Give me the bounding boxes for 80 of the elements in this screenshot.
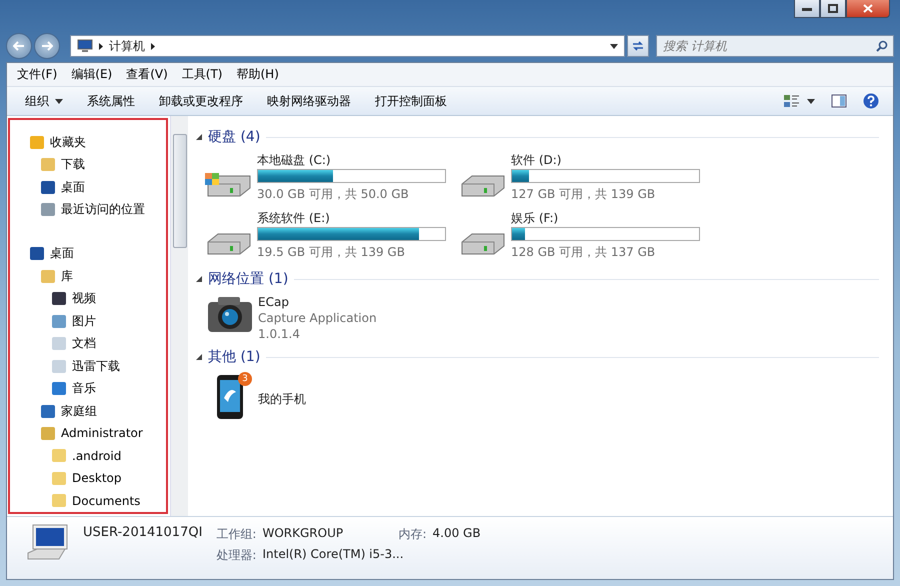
scrollbar[interactable] [170,116,188,516]
workgroup-value: WORKGROUP [262,526,344,542]
app-description: Capture Application [258,310,377,326]
computer-name: USER-20141017QI [83,525,202,540]
device-name[interactable]: 我的手机 [258,390,306,406]
nav-item[interactable]: 迅雷下载 [10,354,166,378]
toolbar-button[interactable]: 打开控制面板 [367,90,455,112]
free-space: 127 GB 可用，共 139 GB [511,186,656,202]
toolbar-button[interactable]: 卸载或更改程序 [151,90,251,112]
view-list-icon [783,94,815,108]
forward-arrow-icon [41,41,53,51]
chevron-icon [99,42,103,50]
phone-icon[interactable] [216,374,244,420]
group-header[interactable]: 其他 (1) [208,348,260,366]
processor-label: 处理器: [216,547,256,564]
close-icon [863,4,873,13]
group-header[interactable]: 网络位置 (1) [208,270,288,288]
drive-name[interactable]: 本地磁盘 (C:) [257,152,446,168]
nav-item[interactable]: 库 [10,265,166,288]
collapse-icon [196,134,202,140]
nav-item[interactable]: 最近访问的位置 [10,198,166,221]
menu-item[interactable]: 查看(V) [120,64,174,85]
refresh-button[interactable] [627,35,649,57]
close-button[interactable] [846,0,890,18]
menu-item[interactable]: 编辑(E) [65,64,118,85]
minimize-icon [802,6,812,10]
nav-item[interactable]: 视频 [10,288,166,310]
toolbar-button[interactable]: 映射网络驱动器 [259,90,359,112]
nav-item[interactable]: 收藏夹 [10,131,166,154]
back-button[interactable] [6,33,32,59]
drive-name[interactable]: 系统软件 (E:) [257,210,446,226]
nav-item[interactable]: 图片 [10,310,166,332]
dropdown-icon [610,44,618,48]
scroll-thumb[interactable] [173,134,187,248]
nav-item[interactable]: 下载 [10,153,166,176]
nav-item[interactable]: 桌面 [10,176,166,198]
nav-item[interactable]: Desktop [10,467,166,490]
computer-icon [77,39,93,53]
notification-badge: 3 [238,372,252,386]
menu-item[interactable]: 工具(T) [176,64,228,85]
collapse-icon [196,276,202,282]
memory-value: 4.00 GB [432,526,481,542]
toolbar-button[interactable]: 组织 [17,90,71,112]
nav-item[interactable]: 文档 [10,332,166,355]
computer-icon [25,523,69,561]
chevron-icon [151,42,155,50]
search-field[interactable]: 搜索 计算机 [656,35,894,57]
refresh-icon [631,40,645,52]
free-space: 128 GB 可用，共 137 GB [511,244,656,260]
collapse-icon [196,354,202,360]
address-bar[interactable]: 计算机 [70,35,625,57]
nav-item[interactable]: Administrator [10,422,166,445]
memory-label: 内存: [398,526,427,543]
preview-pane-icon [831,94,847,108]
nav-item[interactable]: .android [10,444,166,468]
drive-name[interactable]: 娱乐 (F:) [511,210,700,226]
camera-icon[interactable] [206,294,254,334]
back-arrow-icon [13,41,25,51]
app-version: 1.0.1.4 [258,326,301,342]
nav-item[interactable]: 音乐 [10,377,166,400]
app-name[interactable]: ECap [258,294,377,310]
drive-name[interactable]: 软件 (D:) [511,152,700,168]
toolbar-button[interactable]: 系统属性 [79,90,143,112]
group-header[interactable]: 硬盘 (4) [208,128,260,146]
address-path[interactable]: 计算机 [109,38,145,54]
minimize-button[interactable] [794,0,820,18]
help-icon [863,93,879,109]
maximize-icon [828,4,838,13]
free-space: 19.5 GB 可用，共 139 GB [257,244,406,260]
nav-item[interactable]: 家庭组 [10,400,166,422]
maximize-button[interactable] [820,0,846,18]
search-icon [876,40,888,52]
free-space: 30.0 GB 可用，共 50.0 GB [257,186,410,202]
nav-item[interactable]: 桌面 [10,242,166,266]
nav-item[interactable]: Documents [10,490,166,512]
menu-item[interactable]: 帮助(H) [230,64,285,85]
forward-button[interactable] [34,33,60,59]
processor-value: Intel(R) Core(TM) i5-3... [262,547,405,563]
menu-item[interactable]: 文件(F) [11,64,64,85]
workgroup-label: 工作组: [216,526,256,543]
